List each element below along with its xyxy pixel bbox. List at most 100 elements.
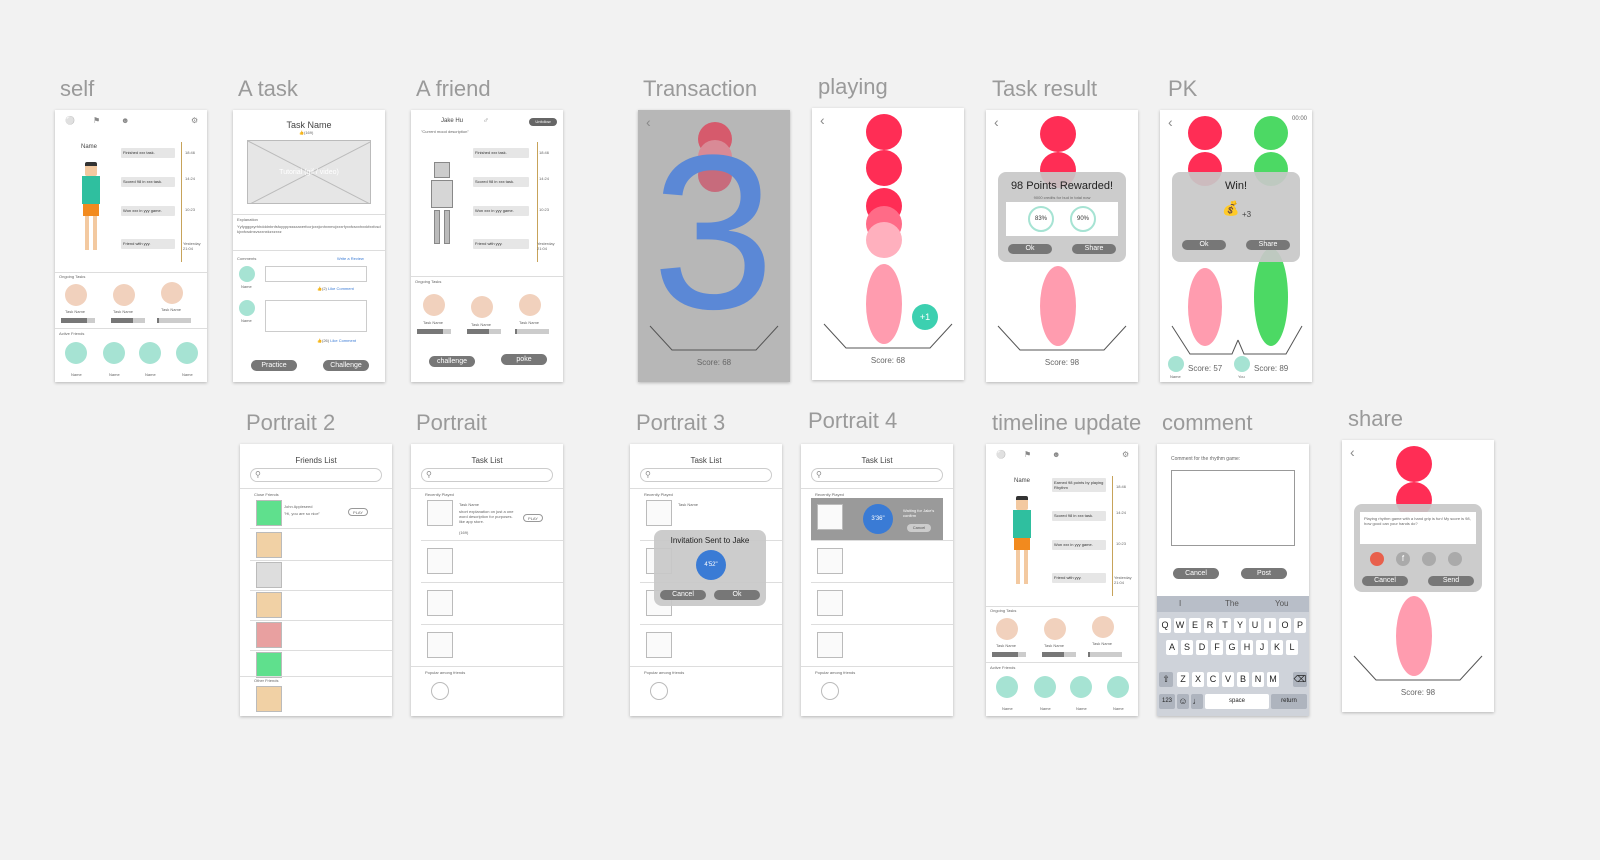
friend-avatar[interactable]	[65, 342, 87, 364]
ok-button[interactable]: Ok	[1182, 240, 1226, 250]
search-input[interactable]: ⚲	[811, 468, 943, 482]
key-c[interactable]: C	[1207, 672, 1219, 687]
timeline-event[interactable]: Won xxx in yyy game.	[1052, 540, 1106, 550]
friend-avatar[interactable]	[256, 500, 282, 526]
friend-avatar[interactable]	[256, 622, 282, 648]
key-a[interactable]: A	[1166, 640, 1178, 655]
friends-icon[interactable]: ☻	[1052, 450, 1060, 459]
opponent-avatar[interactable]	[1168, 356, 1184, 372]
suggestion[interactable]: I	[1179, 599, 1181, 608]
task-thumbnail[interactable]	[821, 682, 839, 700]
task-thumbnail[interactable]	[427, 500, 453, 526]
key-n[interactable]: N	[1252, 672, 1264, 687]
comment-textarea[interactable]	[1171, 470, 1295, 546]
search-input[interactable]: ⚲	[250, 468, 382, 482]
key-x[interactable]: X	[1192, 672, 1204, 687]
timeline-event[interactable]: Finished xxx task.	[473, 148, 529, 158]
timeline-event[interactable]: Scored 98 in xxx task.	[121, 177, 175, 187]
friend-avatar[interactable]	[256, 686, 282, 712]
key-u[interactable]: U	[1249, 618, 1261, 633]
timeline-event[interactable]: Scored 98 in xxx task.	[1052, 511, 1106, 521]
key-v[interactable]: V	[1222, 672, 1234, 687]
friend-avatar[interactable]	[139, 342, 161, 364]
task-thumbnail[interactable]	[646, 500, 672, 526]
task-thumbnail[interactable]	[646, 632, 672, 658]
ok-button[interactable]: Ok	[1008, 244, 1052, 254]
commenter-avatar[interactable]	[239, 300, 255, 316]
task-thumbnail[interactable]	[650, 682, 668, 700]
key-b[interactable]: B	[1237, 672, 1249, 687]
play-button[interactable]: PLAY	[348, 508, 368, 516]
timeline-event[interactable]: Scored 98 in xxx task.	[473, 177, 529, 187]
timeline-event[interactable]: Earned 98 points by playing Rhythm	[1052, 478, 1106, 492]
key-g[interactable]: G	[1226, 640, 1238, 655]
friend-avatar[interactable]	[256, 562, 282, 588]
key-o[interactable]: O	[1279, 618, 1291, 633]
settings-icon[interactable]: ⚙	[191, 116, 198, 125]
task-thumbnail[interactable]	[817, 548, 843, 574]
weibo-icon[interactable]	[1370, 552, 1384, 566]
timeline-event[interactable]: Finished xxx task.	[121, 148, 175, 158]
unfollow-button[interactable]: Unfollow	[529, 118, 557, 126]
friend-avatar[interactable]	[103, 342, 125, 364]
share-button[interactable]: Share	[1072, 244, 1116, 254]
tutorial-media[interactable]: Tutorial (gif / video)	[247, 140, 371, 204]
friend-avatar[interactable]	[1034, 676, 1056, 698]
key-k[interactable]: K	[1271, 640, 1283, 655]
friend-avatar[interactable]	[1107, 676, 1129, 698]
post-button[interactable]: Post	[1241, 568, 1287, 579]
task-avatar[interactable]	[65, 284, 87, 306]
challenge-button[interactable]: Challenge	[323, 360, 369, 371]
task-thumbnail[interactable]	[817, 590, 843, 616]
mic-icon[interactable]: ♩	[1191, 694, 1203, 709]
medal-icon[interactable]: ⚪	[65, 116, 75, 125]
send-button[interactable]: Send	[1428, 576, 1474, 586]
task-avatar[interactable]	[996, 618, 1018, 640]
task-avatar[interactable]	[471, 296, 493, 318]
flag-icon[interactable]: ⚑	[93, 116, 100, 125]
suggestion[interactable]: The	[1225, 599, 1239, 608]
shift-key[interactable]: ⇧	[1159, 672, 1173, 687]
task-likes[interactable]: 👍(169)	[299, 130, 313, 135]
task-thumbnail[interactable]	[427, 548, 453, 574]
friends-icon[interactable]: ☻	[121, 116, 129, 125]
facebook-icon[interactable]: f	[1396, 552, 1410, 566]
cancel-button[interactable]: Cancel	[660, 590, 706, 600]
friend-avatar[interactable]	[996, 676, 1018, 698]
friend-avatar[interactable]	[1070, 676, 1092, 698]
task-thumbnail[interactable]	[427, 632, 453, 658]
write-review-link[interactable]: Write a Review	[337, 256, 364, 261]
key-y[interactable]: Y	[1234, 618, 1246, 633]
task-avatar[interactable]	[1092, 616, 1114, 638]
return-key[interactable]: return	[1271, 694, 1307, 709]
key-t[interactable]: T	[1219, 618, 1231, 633]
key-i[interactable]: I	[1264, 618, 1276, 633]
camera-icon[interactable]	[1448, 552, 1462, 566]
play-button[interactable]: PLAY	[523, 514, 543, 522]
share-message[interactable]: Playing rhythm game with a hand grip is …	[1360, 512, 1476, 544]
self-avatar[interactable]	[1234, 356, 1250, 372]
task-avatar[interactable]	[161, 282, 183, 304]
suggestion[interactable]: You	[1275, 599, 1289, 608]
key-p[interactable]: P	[1294, 618, 1306, 633]
emoji-key[interactable]: ☺	[1177, 694, 1189, 709]
search-input[interactable]: ⚲	[640, 468, 772, 482]
task-avatar[interactable]	[519, 294, 541, 316]
cancel-button[interactable]: Cancel	[1173, 568, 1219, 579]
search-input[interactable]: ⚲	[421, 468, 553, 482]
challenge-button[interactable]: challenge	[429, 356, 475, 367]
practice-button[interactable]: Practice	[251, 360, 297, 371]
friend-avatar[interactable]	[176, 342, 198, 364]
commenter-avatar[interactable]	[239, 266, 255, 282]
task-thumbnail[interactable]	[817, 504, 843, 530]
task-avatar[interactable]	[423, 294, 445, 316]
cancel-button[interactable]: Cancel	[907, 524, 931, 532]
task-thumbnail[interactable]	[817, 632, 843, 658]
task-thumbnail[interactable]	[427, 590, 453, 616]
key-w[interactable]: W	[1174, 618, 1186, 633]
key-e[interactable]: E	[1189, 618, 1201, 633]
friend-avatar[interactable]	[256, 592, 282, 618]
key-h[interactable]: H	[1241, 640, 1253, 655]
timeline-event[interactable]: Friend with yyy.	[473, 239, 529, 249]
delete-key[interactable]: ⌫	[1293, 672, 1307, 687]
